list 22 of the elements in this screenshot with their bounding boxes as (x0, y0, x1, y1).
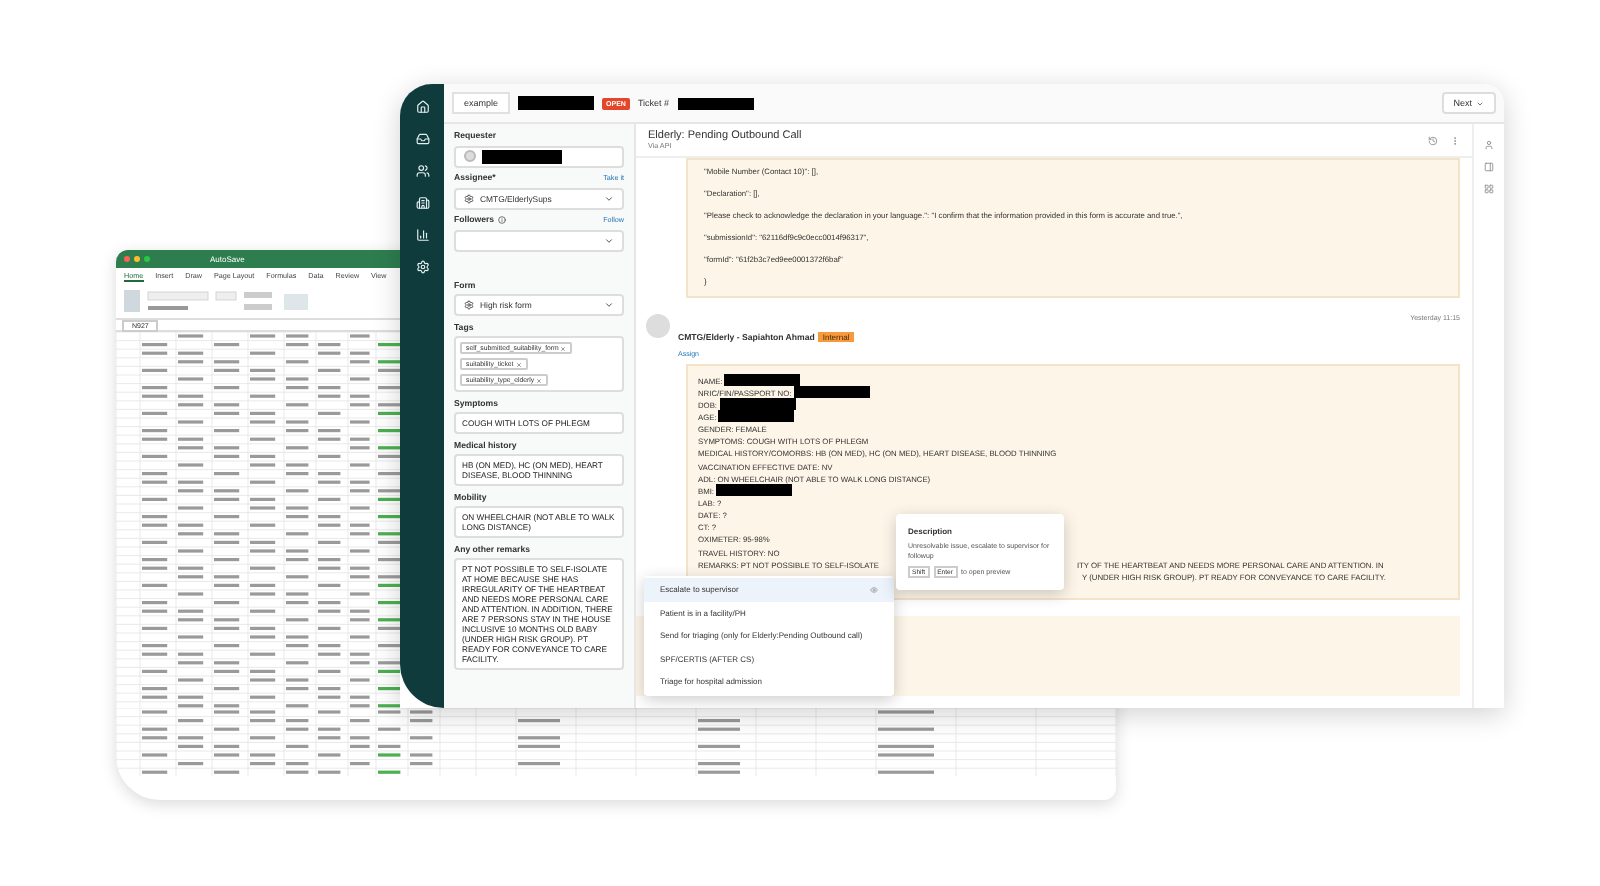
requester-field[interactable] (454, 145, 624, 167)
chevron-icon (604, 235, 614, 245)
eye-icon (870, 585, 878, 594)
gear-icon (464, 193, 474, 203)
history-icon[interactable] (1428, 135, 1438, 145)
info-icon (498, 215, 507, 223)
inbox-icon[interactable] (415, 132, 429, 146)
chart-icon[interactable] (415, 228, 429, 242)
building-icon[interactable] (415, 196, 429, 210)
redaction-bar (716, 484, 792, 497)
home-icon[interactable] (415, 100, 429, 114)
select-field[interactable] (454, 229, 624, 251)
chevron-icon (604, 300, 614, 310)
avatar-icon (464, 150, 476, 162)
settings-icon[interactable] (415, 260, 429, 274)
chevron-icon (604, 193, 614, 203)
users-icon[interactable] (415, 164, 429, 178)
grid-icon[interactable] (1484, 184, 1494, 194)
gear-icon (464, 300, 474, 310)
avatar-icon (646, 314, 670, 338)
panel-icon[interactable] (1484, 162, 1494, 172)
user-icon[interactable] (1484, 140, 1494, 150)
